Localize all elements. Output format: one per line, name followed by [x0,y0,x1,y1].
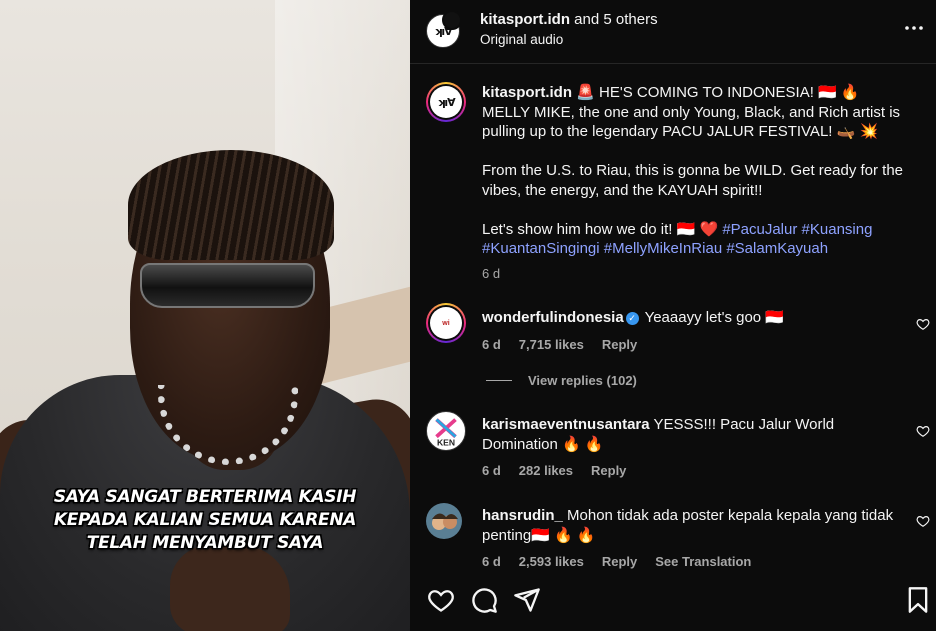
comment-like-icon[interactable] [916,514,930,528]
header-username[interactable]: kitasport.idn [480,11,570,28]
reply-button[interactable]: Reply [591,463,626,478]
video-caption: SAYA SANGAT BERTERIMA KASIH KEPADA KALIA… [20,486,390,555]
verified-badge-icon: ✓ [625,312,639,325]
post-caption: kitasport.idn 🚨 HE'S COMING TO INDONESIA… [482,83,922,283]
comment-like-icon[interactable] [916,424,930,438]
comment-username[interactable]: wonderfulindonesia [482,309,624,326]
hashtag-link[interactable]: #Kuansing [802,221,873,238]
collab-others[interactable]: and 5 others [570,11,657,28]
caption-text-line: MELLY MIKE, the one and only Young, Blac… [482,103,901,141]
commenter-avatar[interactable] [426,503,462,539]
caption-username[interactable]: kitasport.idn [482,84,572,101]
view-replies-label: View replies (102) [528,373,637,388]
commenter-avatar[interactable]: KEN [426,411,466,451]
comment-username[interactable]: karismaeventnusantara [482,416,650,433]
reply-button[interactable]: Reply [602,554,637,569]
view-replies-button[interactable]: View replies (102) [486,373,637,388]
header-title: kitasport.idn and 5 others [480,11,658,28]
comment-time[interactable]: 6 d [482,463,501,478]
avatar-text: KEN [437,437,455,447]
comment-username[interactable]: hansrudin_ [482,507,563,524]
comment-item: karismaeventnusantara YESSS!!! Pacu Jalu… [482,415,902,481]
comment-item: hansrudin_ Mohon tidak ada poster kepala… [482,506,902,572]
post-panel: ʞı∀ kitasport.idn and 5 others Original … [410,0,936,631]
sunglasses [140,263,315,308]
post-time[interactable]: 6 d [482,264,922,284]
action-bar [410,586,936,620]
like-icon[interactable] [427,586,455,614]
hand [170,545,290,631]
comment-like-icon[interactable] [916,317,930,331]
caption-text-line: 🚨 HE'S COMING TO INDONESIA! 🇮🇩 🔥 [572,84,860,101]
comment-icon[interactable] [470,586,498,614]
wonderful-indonesia-logo-icon: wi [442,319,450,327]
see-translation-button[interactable]: See Translation [655,554,751,569]
reply-button[interactable]: Reply [602,337,637,352]
secondary-avatar [442,10,462,30]
share-icon[interactable] [513,586,541,614]
braided-hair [128,150,334,260]
comment-likes[interactable]: 282 likes [519,463,573,478]
caption-line: KEPADA KALIAN SEMUA KARENA [53,510,357,530]
reel-video[interactable]: SAYA SANGAT BERTERIMA KASIH KEPADA KALIA… [0,0,410,631]
caption-line: TELAH MENYAMBUT SAYA [86,533,324,553]
comment-likes[interactable]: 2,593 likes [519,554,584,569]
comment-item: wonderfulindonesia ✓ Yeaaayy let's goo 🇮🇩… [482,308,902,354]
kitasport-logo-icon: ʞı∀ [437,95,455,109]
comment-time[interactable]: 6 d [482,337,501,352]
more-horizontal-icon[interactable] [904,18,924,41]
comment-likes[interactable]: 7,715 likes [519,337,584,352]
caption-line: SAYA SANGAT BERTERIMA KASIH [53,487,357,507]
replies-divider [486,380,512,381]
save-icon[interactable] [904,586,932,614]
hashtag-link[interactable]: #MellyMikeInRiau [604,240,722,257]
hashtag-link[interactable]: #KuantanSingingi [482,240,600,257]
author-avatar[interactable]: ʞı∀ [426,82,466,122]
comment-text: Yeaaayy let's goo 🇮🇩 [640,309,784,326]
commenter-avatar[interactable]: wi [426,303,466,343]
original-audio-link[interactable]: Original audio [480,32,563,47]
user-avatar-icon [432,513,458,530]
caption-text-line: Let's show him how we do it! 🇮🇩 ❤️ [482,220,723,238]
collab-avatar[interactable]: ʞı∀ [426,10,462,48]
ken-logo-icon: KEN [435,418,457,447]
caption-text-line: From the U.S. to Riau, this is gonna be … [482,162,904,199]
hashtag-link[interactable]: #PacuJalur [722,221,797,238]
post-header: ʞı∀ kitasport.idn and 5 others Original … [410,0,936,64]
hashtag-link[interactable]: #SalamKayuah [726,240,828,257]
comment-time[interactable]: 6 d [482,554,501,569]
